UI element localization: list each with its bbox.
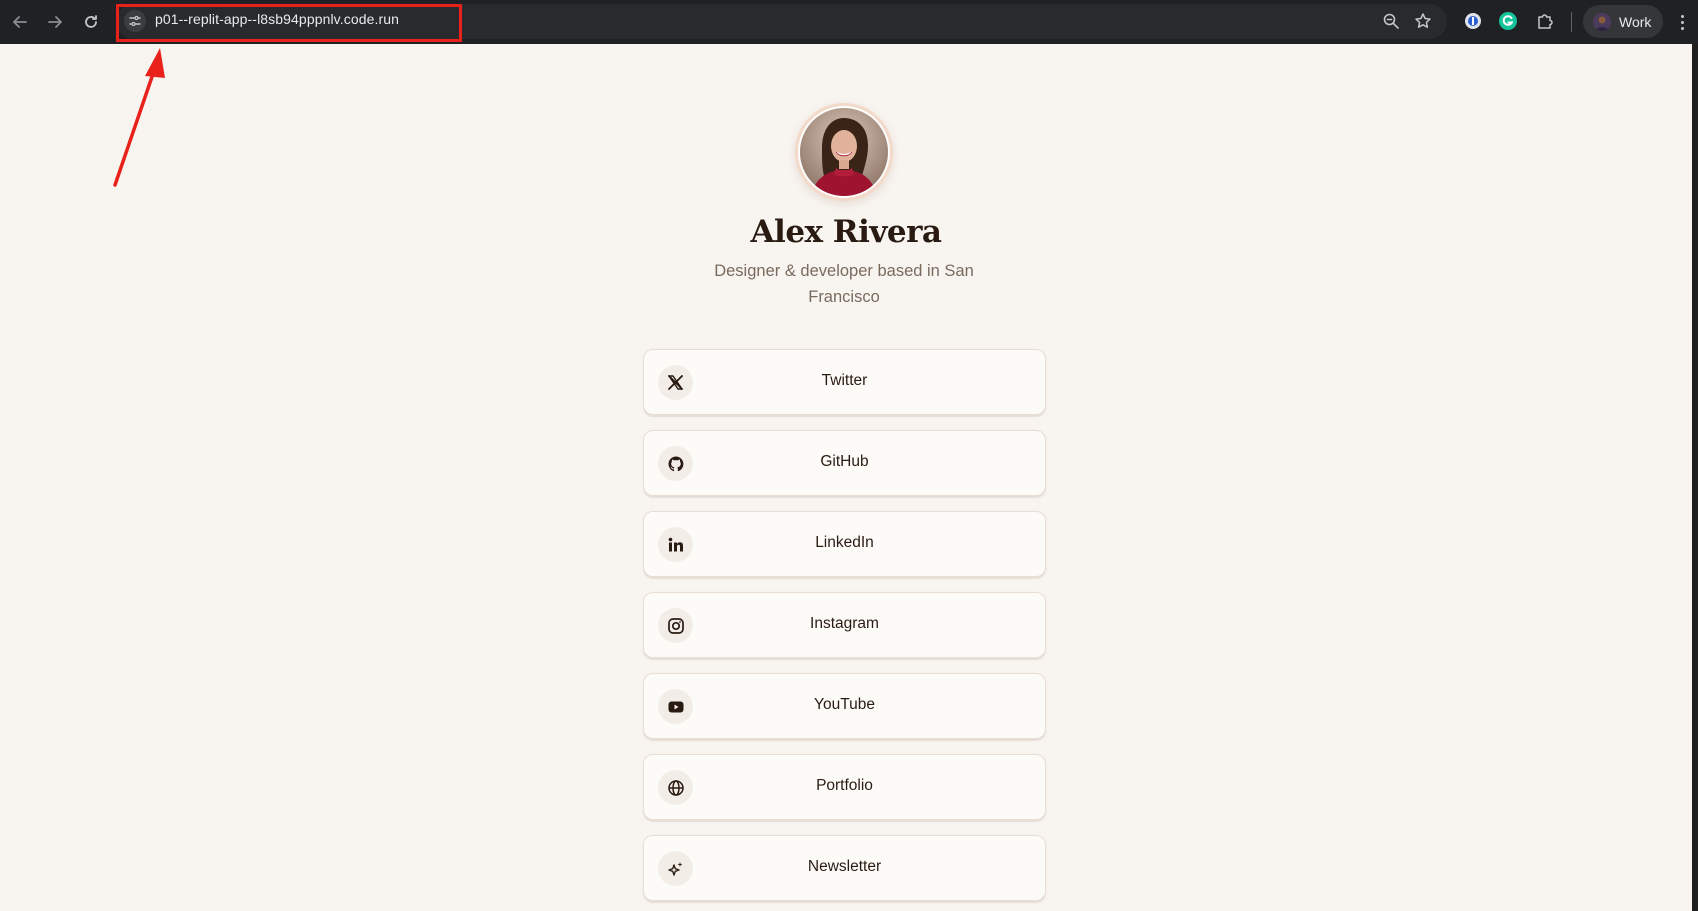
avatar bbox=[795, 103, 893, 201]
link-label: GitHub bbox=[820, 453, 869, 470]
page-viewport: Alex Rivera Designer & developer based i… bbox=[0, 44, 1692, 911]
profile-label: Work bbox=[1619, 13, 1652, 30]
link-instagram[interactable]: Instagram bbox=[643, 592, 1046, 658]
link-label: Instagram bbox=[810, 615, 879, 632]
link-label: Newsletter bbox=[807, 858, 882, 875]
link-label: YouTube bbox=[814, 696, 875, 713]
profile-name: Alex Rivera bbox=[750, 214, 942, 250]
link-github[interactable]: GitHub bbox=[643, 430, 1046, 496]
link-twitter[interactable]: Twitter bbox=[643, 349, 1046, 415]
avatar-photo bbox=[798, 106, 890, 198]
profile-avatar bbox=[1593, 12, 1611, 31]
menu-icon[interactable] bbox=[1672, 10, 1692, 34]
password-manager-icon[interactable] bbox=[1461, 9, 1485, 33]
link-label: Portfolio bbox=[816, 777, 873, 794]
window-edge bbox=[1692, 44, 1698, 911]
link-linkedin[interactable]: LinkedIn bbox=[643, 511, 1046, 577]
link-newsletter[interactable]: Newsletter bbox=[643, 835, 1046, 901]
link-youtube[interactable]: YouTube bbox=[643, 673, 1046, 739]
reload-icon[interactable] bbox=[77, 8, 105, 36]
zoom-icon[interactable] bbox=[1379, 9, 1403, 33]
browser-toolbar: p01--replit-app--l8sb94pppnlv.code.run W… bbox=[0, 0, 1698, 44]
link-label: Twitter bbox=[821, 372, 868, 389]
link-label: LinkedIn bbox=[815, 534, 874, 551]
link-list: Twitter GitHub LinkedIn Instagram YouTub bbox=[643, 349, 1046, 911]
grammarly-icon[interactable] bbox=[1496, 9, 1520, 33]
toolbar-divider bbox=[1571, 12, 1572, 32]
annotation-highlight-box bbox=[116, 4, 462, 42]
forward-icon[interactable] bbox=[41, 8, 69, 36]
link-portfolio[interactable]: Portfolio bbox=[643, 754, 1046, 820]
back-icon[interactable] bbox=[6, 8, 34, 36]
profile-button[interactable]: Work bbox=[1583, 5, 1663, 38]
profile-bio: Designer & developer based in San Franci… bbox=[714, 262, 974, 306]
extensions-icon[interactable] bbox=[1533, 9, 1557, 33]
bookmark-star-icon[interactable] bbox=[1411, 9, 1435, 33]
